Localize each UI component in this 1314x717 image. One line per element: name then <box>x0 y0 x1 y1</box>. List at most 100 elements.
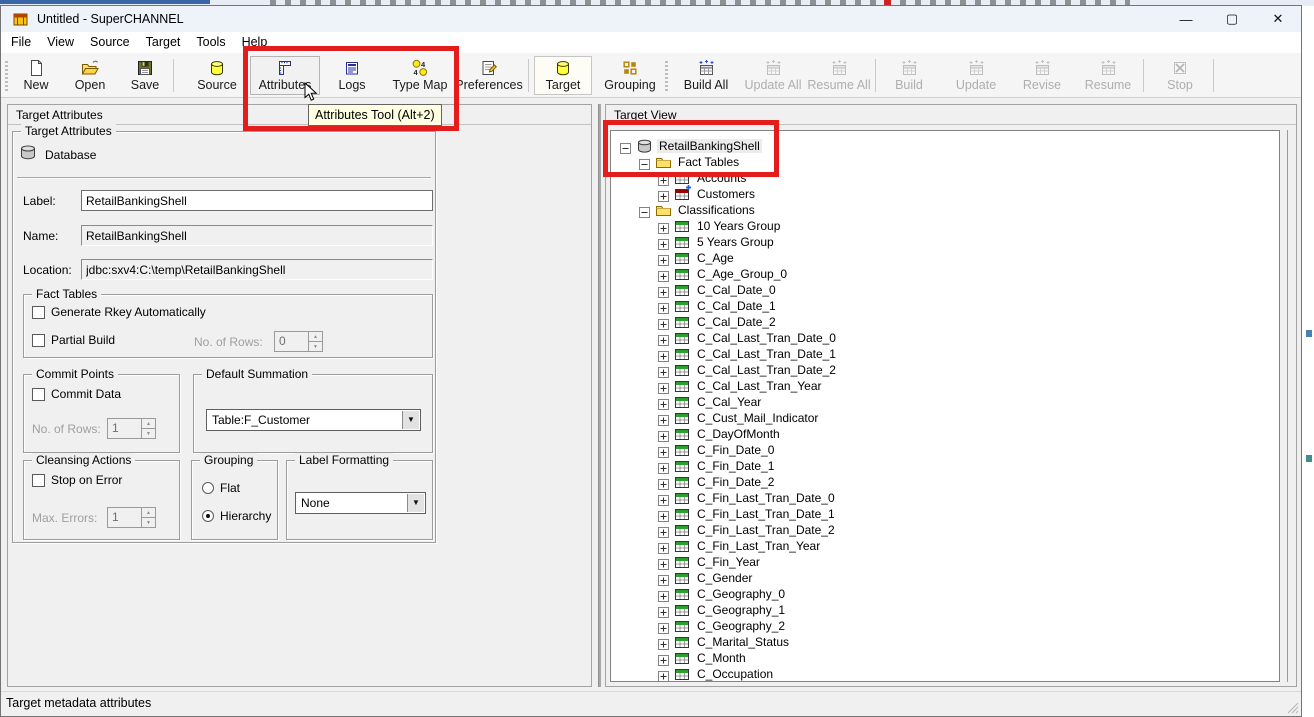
tree-item-label[interactable]: C_Fin_Date_1 <box>695 459 776 473</box>
tree-item-c-occupation[interactable]: C_Occupation <box>611 666 1279 682</box>
tree-item-accounts[interactable]: Accounts <box>611 170 1279 186</box>
tree-item-5-years-group[interactable]: 5 Years Group <box>611 234 1279 250</box>
expander-plus-icon[interactable] <box>658 397 669 408</box>
tree-item-label[interactable]: C_Geography_0 <box>695 587 787 601</box>
tree-item-label[interactable]: C_Gender <box>695 571 754 585</box>
expander-plus-icon[interactable] <box>658 477 669 488</box>
tree-item-label[interactable]: C_Cal_Year <box>695 395 763 409</box>
stop-on-error-checkbox[interactable]: Stop on Error <box>32 473 122 487</box>
checkbox-icon[interactable] <box>32 334 45 347</box>
expander-plus-icon[interactable] <box>658 285 669 296</box>
tree-item-c-fin-date-0[interactable]: C_Fin_Date_0 <box>611 442 1279 458</box>
expander-plus-icon[interactable] <box>658 349 669 360</box>
generate-rkey-checkbox[interactable]: Generate Rkey Automatically <box>32 305 206 319</box>
tree-item-label[interactable]: C_Cust_Mail_Indicator <box>695 411 820 425</box>
tree-item-label[interactable]: C_Cal_Last_Tran_Date_2 <box>695 363 838 377</box>
toolbar-button-preferences[interactable]: Preferences <box>453 56 525 95</box>
tree-item-c-age-group-0[interactable]: C_Age_Group_0 <box>611 266 1279 282</box>
checkbox-icon[interactable] <box>32 388 45 401</box>
expander-minus-icon[interactable] <box>620 141 631 152</box>
tree-item-label[interactable]: C_Fin_Last_Tran_Year <box>695 539 822 553</box>
tree-item-label[interactable]: Accounts <box>695 171 748 185</box>
tree-item-label[interactable]: Customers <box>695 187 757 201</box>
tree-item-label[interactable]: Classifications <box>676 203 757 217</box>
toolbar-button-source[interactable]: Source <box>186 56 248 95</box>
hierarchy-radio[interactable]: Hierarchy <box>202 509 271 523</box>
menu-view[interactable]: View <box>39 32 82 53</box>
expander-plus-icon[interactable] <box>658 189 669 200</box>
tree-item-c-fin-last-tran-date-0[interactable]: C_Fin_Last_Tran_Date_0 <box>611 490 1279 506</box>
close-icon[interactable]: ✕ <box>1255 6 1301 32</box>
expander-plus-icon[interactable] <box>658 541 669 552</box>
expander-plus-icon[interactable] <box>658 173 669 184</box>
tree-item-fact-tables[interactable]: Fact Tables <box>611 154 1279 170</box>
tree-item-c-cal-last-tran-date-0[interactable]: C_Cal_Last_Tran_Date_0 <box>611 330 1279 346</box>
tree-item-label[interactable]: C_Fin_Last_Tran_Date_1 <box>695 507 837 521</box>
expander-plus-icon[interactable] <box>658 509 669 520</box>
tree-item-label[interactable]: C_Fin_Last_Tran_Date_0 <box>695 491 837 505</box>
menu-target[interactable]: Target <box>138 32 189 53</box>
tree-item-c-cal-year[interactable]: C_Cal_Year <box>611 394 1279 410</box>
label-input[interactable] <box>81 190 433 211</box>
partial-build-checkbox[interactable]: Partial Build <box>32 333 115 347</box>
toolbar-button-logs[interactable]: Logs <box>324 56 380 95</box>
expander-plus-icon[interactable] <box>658 525 669 536</box>
expander-plus-icon[interactable] <box>658 461 669 472</box>
tree-item-label[interactable]: Fact Tables <box>676 155 741 169</box>
tree-item-c-cal-last-tran-year[interactable]: C_Cal_Last_Tran_Year <box>611 378 1279 394</box>
tree-item-label[interactable]: C_Fin_Year <box>695 555 762 569</box>
tree-item-label[interactable]: 10 Years Group <box>695 219 782 233</box>
expander-plus-icon[interactable] <box>658 429 669 440</box>
toolbar-button-new[interactable]: New <box>14 56 58 95</box>
tree-item-c-fin-last-tran-date-2[interactable]: C_Fin_Last_Tran_Date_2 <box>611 522 1279 538</box>
tree-item-label[interactable]: 5 Years Group <box>695 235 776 249</box>
maximize-icon[interactable]: ▢ <box>1209 6 1255 32</box>
tree-item-label[interactable]: RetailBankingShell <box>657 139 762 153</box>
expander-plus-icon[interactable] <box>658 333 669 344</box>
toolbar-button-build-all[interactable]: Build All <box>672 56 740 95</box>
checkbox-icon[interactable] <box>32 474 45 487</box>
tree-item-label[interactable]: C_Cal_Date_0 <box>695 283 778 297</box>
tree-item-label[interactable]: C_Age_Group_0 <box>695 267 789 281</box>
commit-data-checkbox[interactable]: Commit Data <box>32 387 121 401</box>
tree-item-c-fin-last-tran-date-1[interactable]: C_Fin_Last_Tran_Date_1 <box>611 506 1279 522</box>
checkbox-icon[interactable] <box>32 306 45 319</box>
tree-item-label[interactable]: C_Cal_Last_Tran_Year <box>695 379 824 393</box>
tree-item-c-geography-1[interactable]: C_Geography_1 <box>611 602 1279 618</box>
menu-help[interactable]: Help <box>234 32 276 53</box>
radio-icon[interactable] <box>202 482 214 494</box>
expander-minus-icon[interactable] <box>639 205 650 216</box>
expander-plus-icon[interactable] <box>658 413 669 424</box>
expander-plus-icon[interactable] <box>658 301 669 312</box>
tree-item-10-years-group[interactable]: 10 Years Group <box>611 218 1279 234</box>
chevron-down-icon[interactable]: ▼ <box>407 494 424 512</box>
expander-plus-icon[interactable] <box>658 253 669 264</box>
tree-item-c-cal-last-tran-date-2[interactable]: C_Cal_Last_Tran_Date_2 <box>611 362 1279 378</box>
expander-plus-icon[interactable] <box>658 237 669 248</box>
tree-item-label[interactable]: C_Fin_Last_Tran_Date_2 <box>695 523 837 537</box>
tree-item-c-month[interactable]: C_Month <box>611 650 1279 666</box>
expander-plus-icon[interactable] <box>658 589 669 600</box>
tree-item-c-fin-date-1[interactable]: C_Fin_Date_1 <box>611 458 1279 474</box>
tree-item-c-fin-date-2[interactable]: C_Fin_Date_2 <box>611 474 1279 490</box>
tree-item-c-cal-date-1[interactable]: C_Cal_Date_1 <box>611 298 1279 314</box>
minimize-icon[interactable]: — <box>1163 6 1209 32</box>
tree-item-label[interactable]: C_Geography_2 <box>695 619 787 633</box>
tree-item-label[interactable]: C_Marital_Status <box>695 635 791 649</box>
tree-item-c-fin-year[interactable]: C_Fin_Year <box>611 554 1279 570</box>
expander-plus-icon[interactable] <box>658 669 669 680</box>
tree-item-c-cal-date-0[interactable]: C_Cal_Date_0 <box>611 282 1279 298</box>
tree-item-c-dayofmonth[interactable]: C_DayOfMonth <box>611 426 1279 442</box>
radio-icon[interactable] <box>202 510 214 522</box>
expander-plus-icon[interactable] <box>658 605 669 616</box>
tree-item-c-marital-status[interactable]: C_Marital_Status <box>611 634 1279 650</box>
chevron-down-icon[interactable]: ▼ <box>402 411 419 429</box>
expander-plus-icon[interactable] <box>658 365 669 376</box>
menu-source[interactable]: Source <box>82 32 138 53</box>
flat-radio[interactable]: Flat <box>202 481 240 495</box>
resize-grip-icon[interactable] <box>1285 700 1299 714</box>
tree-item-label[interactable]: C_Occupation <box>695 667 775 681</box>
tree-item-label[interactable]: C_Cal_Last_Tran_Date_0 <box>695 331 838 345</box>
tree-item-classifications[interactable]: Classifications <box>611 202 1279 218</box>
tree-item-retailbankingshell[interactable]: RetailBankingShell <box>611 138 1279 154</box>
